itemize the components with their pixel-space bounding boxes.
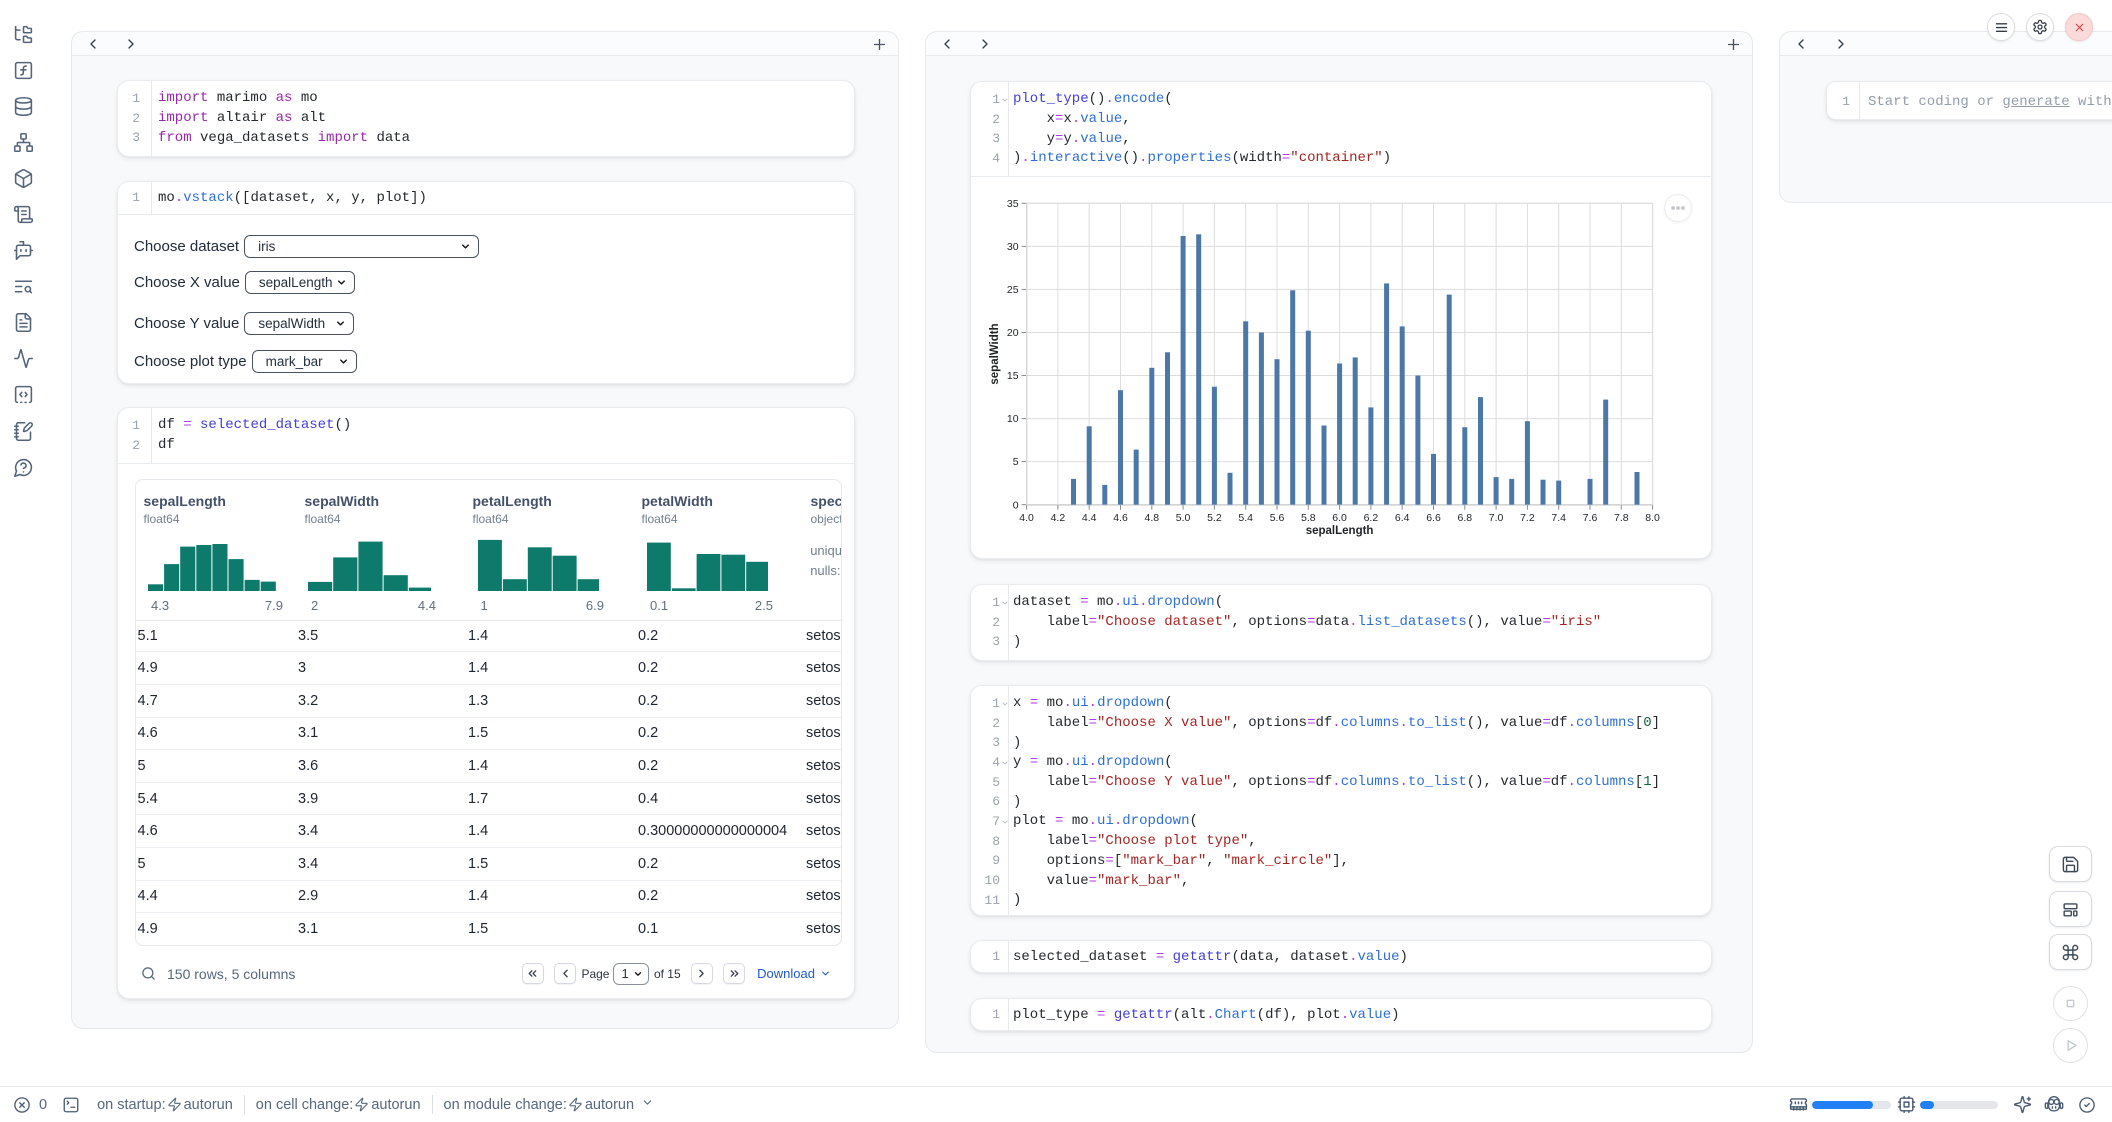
svg-text:sepalWidth: sepalWidth	[989, 324, 1001, 385]
svg-text:35: 35	[1007, 198, 1019, 210]
svg-text:5.0: 5.0	[1176, 512, 1191, 524]
svg-text:0: 0	[1013, 500, 1019, 512]
svg-text:6.6: 6.6	[1426, 512, 1441, 524]
svg-text:7.8: 7.8	[1614, 512, 1629, 524]
svg-text:8.0: 8.0	[1645, 512, 1660, 524]
svg-text:4.2: 4.2	[1051, 512, 1066, 524]
svg-text:7.2: 7.2	[1520, 512, 1535, 524]
svg-text:5.8: 5.8	[1301, 512, 1316, 524]
svg-text:6.8: 6.8	[1457, 512, 1472, 524]
svg-text:4.8: 4.8	[1144, 512, 1159, 524]
svg-text:7.4: 7.4	[1551, 512, 1566, 524]
svg-text:5: 5	[1013, 456, 1019, 468]
svg-text:4.4: 4.4	[1082, 512, 1097, 524]
svg-text:6.2: 6.2	[1364, 512, 1379, 524]
svg-text:5.2: 5.2	[1207, 512, 1222, 524]
svg-text:10: 10	[1007, 413, 1019, 425]
svg-text:20: 20	[1007, 327, 1019, 339]
svg-text:sepalLength: sepalLength	[1306, 525, 1374, 537]
svg-text:4.6: 4.6	[1113, 512, 1128, 524]
svg-text:25: 25	[1007, 284, 1019, 296]
svg-text:6.4: 6.4	[1395, 512, 1410, 524]
svg-text:30: 30	[1007, 241, 1019, 253]
svg-text:6.0: 6.0	[1332, 512, 1347, 524]
svg-text:15: 15	[1007, 370, 1019, 382]
svg-text:4.0: 4.0	[1019, 512, 1034, 524]
svg-text:7.0: 7.0	[1489, 512, 1504, 524]
svg-text:5.4: 5.4	[1238, 512, 1253, 524]
svg-text:5.6: 5.6	[1270, 512, 1285, 524]
svg-text:7.6: 7.6	[1583, 512, 1598, 524]
